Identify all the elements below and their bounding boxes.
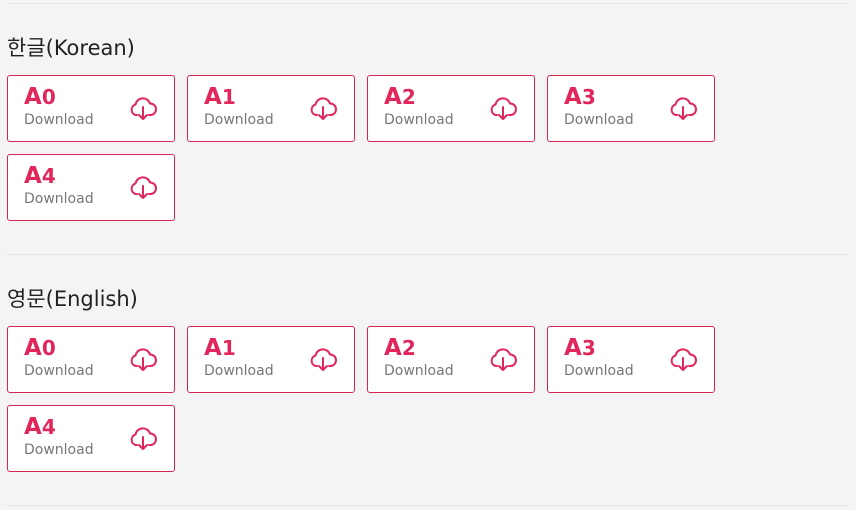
- size-label: A0: [24, 335, 56, 361]
- size-label: A3: [564, 335, 596, 361]
- download-grid-korean: A0 Download A1 Download A2 Download A3 D…: [7, 75, 727, 221]
- download-label: Download: [564, 363, 634, 379]
- cloud-download-icon: [310, 348, 337, 371]
- download-card-a4[interactable]: A4 Download: [7, 154, 175, 221]
- page: 한글(Korean) A0 Download A1 Download A2 Do…: [0, 0, 856, 510]
- cloud-download-icon: [310, 97, 337, 120]
- size-label: A1: [204, 335, 236, 361]
- download-card-a3[interactable]: A3 Download: [547, 75, 715, 142]
- download-card-a2[interactable]: A2 Download: [367, 326, 535, 393]
- download-label: Download: [24, 363, 94, 379]
- download-label: Download: [384, 363, 454, 379]
- cloud-download-icon: [670, 97, 697, 120]
- cloud-download-icon: [130, 97, 157, 120]
- download-card-a2[interactable]: A2 Download: [367, 75, 535, 142]
- download-grid-english: A0 Download A1 Download A2 Download A3 D…: [7, 326, 727, 472]
- size-label: A2: [384, 335, 416, 361]
- size-label: A3: [564, 84, 596, 110]
- section-title: 한글(Korean): [7, 36, 135, 60]
- size-label: A1: [204, 84, 236, 110]
- cloud-download-icon: [130, 348, 157, 371]
- download-card-a0[interactable]: A0 Download: [7, 326, 175, 393]
- section-title: 영문(English): [7, 287, 138, 311]
- size-label: A4: [24, 163, 56, 189]
- cloud-download-icon: [670, 348, 697, 371]
- download-card-a4[interactable]: A4 Download: [7, 405, 175, 472]
- download-label: Download: [24, 442, 94, 458]
- download-card-a1[interactable]: A1 Download: [187, 326, 355, 393]
- cloud-download-icon: [490, 97, 517, 120]
- cloud-download-icon: [130, 176, 157, 199]
- download-label: Download: [204, 363, 274, 379]
- download-card-a0[interactable]: A0 Download: [7, 75, 175, 142]
- divider-top: [7, 3, 848, 4]
- download-label: Download: [564, 112, 634, 128]
- download-label: Download: [24, 112, 94, 128]
- size-label: A4: [24, 414, 56, 440]
- size-label: A2: [384, 84, 416, 110]
- cloud-download-icon: [130, 427, 157, 450]
- section-english: 영문(English) A0 Download A1 Download A2 D…: [7, 287, 848, 477]
- download-label: Download: [384, 112, 454, 128]
- cloud-download-icon: [490, 348, 517, 371]
- download-card-a3[interactable]: A3 Download: [547, 326, 715, 393]
- size-label: A0: [24, 84, 56, 110]
- divider-bottom: [7, 505, 848, 506]
- divider-middle: [7, 254, 848, 255]
- download-label: Download: [204, 112, 274, 128]
- download-label: Download: [24, 191, 94, 207]
- download-card-a1[interactable]: A1 Download: [187, 75, 355, 142]
- section-korean: 한글(Korean) A0 Download A1 Download A2 Do…: [7, 36, 848, 226]
